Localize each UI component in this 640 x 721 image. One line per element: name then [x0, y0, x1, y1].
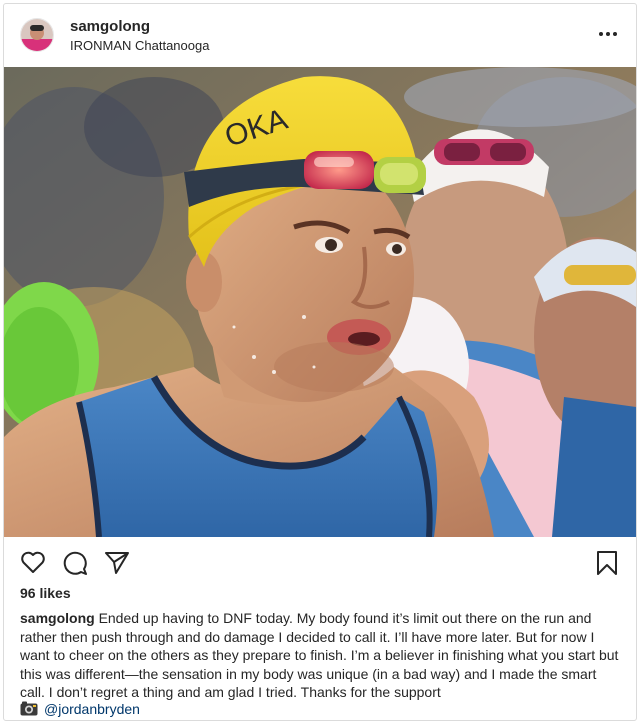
credit-link[interactable]: @jordanbryden: [44, 701, 140, 717]
camera-icon: [20, 701, 38, 719]
paper-plane-icon[interactable]: [104, 550, 130, 581]
instagram-post: samgolong IRONMAN Chattanooga OKA 96 lik…: [3, 3, 637, 721]
avatar[interactable]: [20, 18, 54, 52]
photo-credit: @jordanbryden: [20, 701, 140, 719]
bookmark-icon[interactable]: [596, 550, 618, 581]
more-horizontal-icon[interactable]: [598, 26, 618, 42]
post-caption: samgolong Ended up having to DNF today. …: [20, 609, 624, 702]
caption-text: Ended up having to DNF today. My body fo…: [20, 610, 619, 700]
likes-count[interactable]: 96 likes: [20, 585, 71, 601]
post-location[interactable]: IRONMAN Chattanooga: [70, 38, 209, 53]
post-photo[interactable]: OKA: [4, 67, 636, 537]
post-header: samgolong IRONMAN Chattanooga: [4, 4, 636, 66]
comment-icon[interactable]: [62, 550, 88, 581]
post-actions: [4, 542, 636, 582]
photo-swimmer-illustration: OKA: [4, 67, 636, 537]
post-username[interactable]: samgolong: [70, 18, 150, 35]
caption-username[interactable]: samgolong: [20, 610, 95, 626]
avatar-image: [21, 19, 53, 51]
heart-icon[interactable]: [20, 550, 46, 579]
